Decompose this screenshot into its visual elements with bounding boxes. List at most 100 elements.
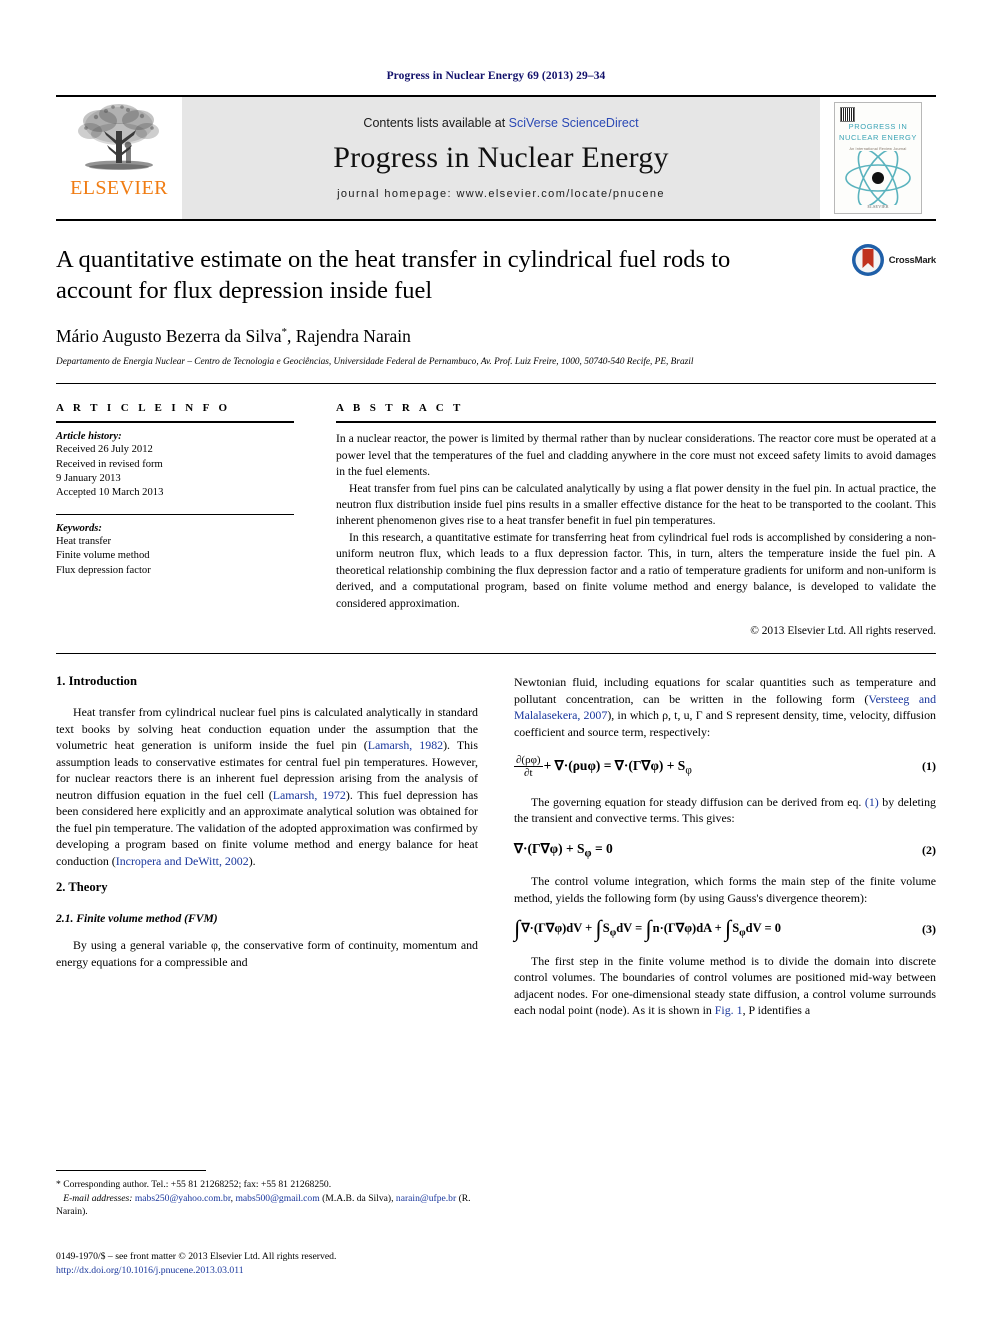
equation-2-subscript: φ [584, 847, 592, 860]
equation-reference-1[interactable]: (1) [865, 795, 879, 809]
equation-1-denominator: ∂t [524, 767, 533, 780]
barcode-icon [840, 107, 855, 122]
body-left-column: 1. Introduction Heat transfer from cylin… [56, 674, 478, 1030]
equation-3-number: (3) [922, 922, 936, 937]
divider [56, 421, 294, 424]
equation-3: ∫∇·(Γ∇φ)dV + ∫SφdV = ∫n·(Γ∇φ)dA + ∫SφdV … [514, 916, 936, 942]
equation-2-main: ∇·(Γ∇φ) + S [514, 840, 585, 856]
theory-paragraph: By using a general variable φ, the conse… [56, 938, 478, 969]
equation-1-rest: + ∇·(ρuφ) = ∇·(Γ∇φ) + S [543, 758, 686, 774]
contents-available-line: Contents lists available at SciVerse Sci… [363, 116, 638, 130]
footnote-area: * Corresponding author. Tel.: +55 81 212… [56, 1170, 478, 1219]
keyword-item: Flux depression factor [56, 564, 151, 576]
equation-3-part4-tail: dV = 0 [745, 921, 782, 936]
abstract-copyright: © 2013 Elsevier Ltd. All rights reserved… [750, 625, 936, 638]
body-columns: 1. Introduction Heat transfer from cylin… [56, 654, 936, 1030]
divider [56, 513, 294, 515]
equation-3-part3: n·(Γ∇φ)dA + [652, 921, 722, 936]
abstract-paragraph: In this research, a quantitative estimat… [336, 530, 936, 610]
integral-sign-icon: ∫ [514, 916, 521, 942]
email-link-2[interactable]: mabs500@gmail.com [235, 1193, 319, 1204]
equation-3-part2: S [602, 921, 610, 936]
integral-sign-icon: ∫ [645, 916, 652, 942]
email-owner-1: (M.A.B. da Silva), [319, 1192, 396, 1204]
title-area: A quantitative estimate on the heat tran… [56, 221, 936, 385]
elsevier-tree-icon [78, 104, 159, 170]
citation-lamarsh-1982[interactable]: Lamarsh, 1982 [368, 738, 443, 752]
keyword-item: Heat transfer [56, 535, 111, 547]
cover-title: PROGRESS IN NUCLEAR ENERGY [835, 122, 921, 144]
history-item: Received 26 July 2012 [56, 444, 153, 456]
article-info-heading: A R T I C L E I N F O [56, 402, 231, 415]
cover-footer: ELSEVIER [867, 204, 889, 209]
crossmark-badge-icon [851, 244, 884, 276]
footnote-divider [56, 1170, 206, 1172]
last-paragraph: The first step in the finite volume meth… [514, 953, 936, 1019]
article-page: Progress in Nuclear Energy 69 (2013) 29–… [0, 0, 992, 1323]
crossmark-badge[interactable]: CrossMark [851, 243, 936, 277]
equation-2: ∇·(Γ∇φ) + Sφ = 0 (2) [514, 841, 936, 860]
equation-1: ∂(ρφ) ∂t + ∇·(ρuφ) = ∇·(Γ∇φ) + Sφ (1) [514, 754, 936, 780]
citation-lamarsh-1972[interactable]: Lamarsh, 1972 [273, 788, 346, 802]
author-name-1: Mário Augusto Bezerra da Silva [56, 325, 282, 346]
author-name-2: , Rajendra Narain [287, 325, 411, 346]
subsection-heading-fvm: 2.1. Finite volume method (FVM) [56, 912, 218, 926]
equation-2-body: ∇·(Γ∇φ) + Sφ = 0 [514, 841, 914, 860]
paragraph-after-eq1: The governing equation for steady diffus… [514, 794, 936, 827]
equation-1-subscript: φ [685, 764, 692, 777]
page-title: A quantitative estimate on the heat tran… [56, 246, 731, 304]
email-addresses-note: E-mail addresses: mabs250@yahoo.com.br, … [56, 1192, 478, 1219]
atom-icon [845, 151, 911, 205]
elsevier-logo-block: ELSEVIER [56, 97, 182, 219]
history-item: 9 January 2013 [56, 473, 121, 484]
intro-paragraph: Heat transfer from cylindrical nuclear f… [56, 704, 478, 869]
continuation-paragraph: Newtonian fluid, including equations for… [514, 674, 936, 740]
body-right-column: Newtonian fluid, including equations for… [514, 674, 936, 1030]
equation-1-number: (1) [922, 759, 936, 774]
keyword-item: Finite volume method [56, 550, 150, 562]
journal-masthead: ELSEVIER Contents lists available at Sci… [56, 95, 936, 221]
page-footer: 0149-1970/$ – see front matter © 2013 El… [56, 1250, 556, 1279]
info-abstract-row: A R T I C L E I N F O Article history: R… [56, 384, 936, 655]
equation-1-body: ∂(ρφ) ∂t + ∇·(ρuφ) = ∇·(Γ∇φ) + Sφ [514, 754, 914, 780]
abstract-paragraph: Heat transfer from fuel pins can be calc… [336, 481, 936, 528]
article-history-group: Article history: Received 26 July 2012 R… [56, 431, 294, 501]
article-history-label: Article history: [56, 431, 122, 443]
doi-link[interactable]: http://dx.doi.org/10.1016/j.pnucene.2013… [56, 1264, 556, 1279]
last-text-b: , P identifies a [742, 1003, 811, 1018]
after-eq1-text-a: The governing equation for steady diffus… [531, 794, 865, 809]
history-item: Received in revised form [56, 458, 163, 470]
keywords-label: Keywords: [56, 522, 102, 534]
author-list: Mário Augusto Bezerra da Silva*, Rajendr… [56, 326, 936, 347]
journal-cover-block: PROGRESS IN NUCLEAR ENERGY An Internatio… [820, 97, 936, 219]
figure-reference-1[interactable]: Fig. 1 [715, 1003, 743, 1017]
section-heading-introduction: 1. Introduction [56, 674, 137, 689]
email-link-3[interactable]: narain@ufpe.br [396, 1193, 456, 1204]
citation-incropera-dewitt-2002[interactable]: Incropera and DeWitt, 2002 [116, 854, 249, 868]
intro-text-d: ). [248, 853, 256, 868]
divider [336, 421, 936, 424]
contents-prefix: Contents lists available at [363, 116, 509, 130]
journal-homepage-line[interactable]: journal homepage: www.elsevier.com/locat… [337, 188, 665, 200]
equation-3-part1: ∇·(Γ∇φ)dV + [521, 921, 593, 936]
journal-title: Progress in Nuclear Energy [333, 141, 669, 174]
issn-copyright-line: 0149-1970/$ – see front matter © 2013 El… [56, 1250, 337, 1262]
email-addresses-label: E-mail addresses: [63, 1192, 133, 1204]
journal-cover-thumbnail: PROGRESS IN NUCLEAR ENERGY An Internatio… [834, 102, 922, 214]
cover-title-line2: NUCLEAR ENERGY [839, 132, 917, 142]
email-link-1[interactable]: mabs250@yahoo.com.br [135, 1193, 231, 1204]
equation-2-number: (2) [922, 842, 936, 857]
masthead-center: Contents lists available at SciVerse Sci… [182, 97, 820, 219]
equation-2-tail: = 0 [591, 840, 613, 856]
corresponding-author-note: * Corresponding author. Tel.: +55 81 212… [56, 1179, 332, 1191]
equation-1-fraction: ∂(ρφ) ∂t [514, 754, 543, 780]
equation-1-numerator: ∂(ρφ) [514, 754, 543, 768]
abstract-paragraph: In a nuclear reactor, the power is limit… [336, 432, 936, 479]
abstract-heading: A B S T R A C T [336, 402, 464, 415]
integral-sign-icon: ∫ [724, 916, 732, 942]
affiliation: Departamento de Energia Nuclear – Centro… [56, 356, 694, 367]
sciencedirect-link[interactable]: SciVerse ScienceDirect [509, 116, 639, 130]
crossmark-label: CrossMark [888, 254, 937, 266]
abstract-column: A B S T R A C T In a nuclear reactor, th… [336, 402, 936, 637]
article-info-column: A R T I C L E I N F O Article history: R… [56, 402, 294, 637]
